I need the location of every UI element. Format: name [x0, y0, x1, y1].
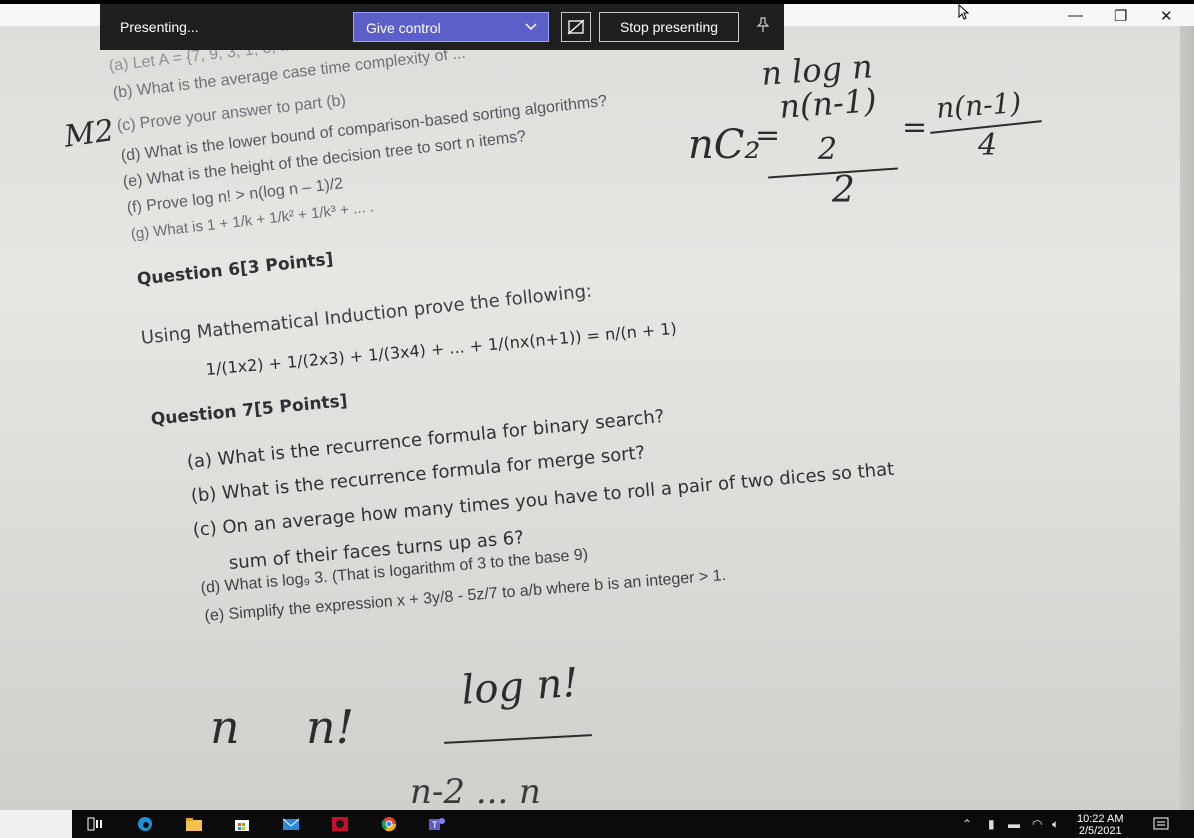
pin-icon[interactable] [756, 17, 770, 33]
teams-icon[interactable]: T [428, 816, 446, 832]
handwritten-bottom-partial: n-2 ... n [410, 772, 541, 810]
volume-icon[interactable]: 🔈︎ [1052, 817, 1059, 832]
restore-button[interactable]: ❐ [1114, 7, 1127, 25]
notifications-icon[interactable] [1152, 816, 1170, 832]
handwritten-frac2-num: n(n-1) [935, 86, 1023, 125]
minimize-button[interactable]: — [1068, 7, 1083, 24]
question-6-title: Question 6[3 Points] [136, 249, 335, 290]
give-control-label: Give control [366, 20, 441, 36]
show-hidden-icons-icon[interactable]: ⌃ [962, 817, 972, 831]
handwritten-frac2-den: 4 [978, 128, 998, 163]
handwritten-eq1: = [755, 118, 781, 153]
mail-icon[interactable] [282, 816, 300, 832]
taskbar-clock[interactable]: 10:22 AM 2/5/2021 [1077, 813, 1123, 837]
media-app-icon[interactable] [331, 816, 349, 832]
handwritten-bottom-nfact: n! [306, 700, 355, 754]
chevron-down-icon [525, 23, 537, 31]
no-audio-icon [567, 19, 585, 35]
svg-text:T: T [431, 821, 438, 831]
close-button[interactable]: ✕ [1160, 7, 1173, 25]
give-control-dropdown[interactable]: Give control [353, 12, 549, 42]
handwritten-bottom-logn: log n! [460, 659, 580, 714]
presenting-status: Presenting... [120, 19, 199, 35]
handwritten-frac1-num: n(n-1) [778, 81, 878, 126]
task-view-icon[interactable] [86, 816, 104, 832]
stop-presenting-button[interactable]: Stop presenting [599, 12, 739, 42]
handwritten-nc2: nC₂ [688, 122, 761, 168]
handwritten-eq2: = [902, 110, 928, 145]
file-explorer-icon[interactable] [185, 816, 203, 832]
store-icon[interactable] [233, 816, 251, 832]
include-audio-button[interactable] [561, 12, 591, 42]
wifi-icon[interactable]: ◠ [1032, 817, 1042, 831]
camera-shadow [1180, 26, 1194, 810]
battery-icon[interactable]: ▬ [1008, 817, 1020, 831]
windows-taskbar: T ⌃ ▮ ▬ ◠ 🔈︎ 10:22 AM 2/5/2021 [0, 810, 1194, 838]
handwritten-den2: 2 [832, 170, 855, 211]
usb-icon[interactable]: ▮ [988, 817, 995, 831]
exam-paper: (a) Let A = {7, 9, 3, 1, 6, ... (b) What… [0, 0, 1194, 810]
margin-mark: M2 [62, 113, 117, 155]
question-7-title: Question 7[5 Points] [150, 391, 349, 430]
handwritten-bottom-line [444, 734, 592, 744]
chrome-icon[interactable] [380, 816, 398, 832]
clock-time: 10:22 AM [1077, 813, 1124, 825]
presenting-toolbar: Presenting... Give control Stop presenti… [100, 4, 784, 50]
shared-camera-view: (a) Let A = {7, 9, 3, 1, 6, ... (b) What… [0, 0, 1194, 810]
handwritten-bottom-n: n [210, 700, 240, 754]
mouse-cursor-icon [958, 4, 970, 20]
handwritten-frac1-den: 2 [818, 132, 838, 167]
taskbar-left-blank [0, 810, 72, 838]
edge-browser-icon[interactable] [136, 816, 154, 832]
clock-date: 2/5/2021 [1078, 825, 1122, 837]
